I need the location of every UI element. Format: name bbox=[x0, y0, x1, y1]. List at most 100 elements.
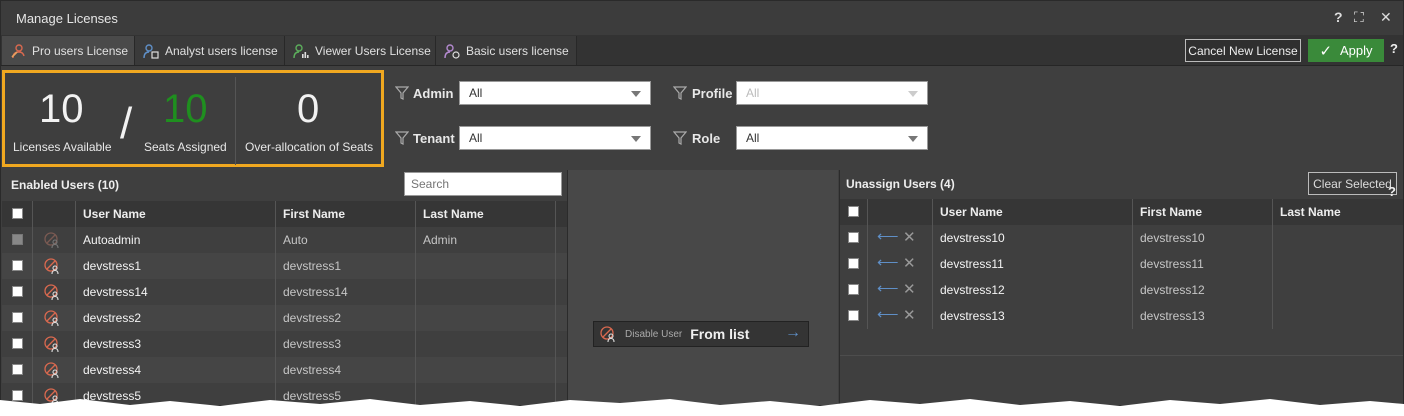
clear-selected-button[interactable]: Clear Selected bbox=[1308, 172, 1397, 195]
arrow-left-icon[interactable]: ⟵ bbox=[877, 305, 899, 323]
tenant-filter-value: All bbox=[469, 131, 483, 145]
cell-first-name: devstress14 bbox=[283, 285, 348, 299]
arrow-left-icon[interactable]: ⟵ bbox=[877, 253, 899, 271]
help-icon[interactable]: ? bbox=[1334, 9, 1343, 25]
column-last-name[interactable]: Last Name bbox=[1280, 199, 1341, 225]
remove-icon[interactable]: ✕ bbox=[903, 280, 916, 298]
table-row[interactable]: devstress14 devstress14 bbox=[2, 279, 567, 305]
tab-viewer-users[interactable]: Viewer Users License bbox=[285, 36, 436, 65]
table-row[interactable]: devstress4 devstress4 bbox=[2, 357, 567, 383]
table-row[interactable]: ⟵ ✕ devstress13 devstress13 bbox=[840, 303, 1403, 329]
tenant-filter-label: Tenant bbox=[413, 131, 455, 146]
enabled-users-title: Enabled Users (10) bbox=[11, 178, 120, 192]
apply-button[interactable]: ✓ Apply bbox=[1308, 39, 1384, 62]
column-user-name[interactable]: User Name bbox=[940, 199, 1003, 225]
tenant-filter-select[interactable]: All bbox=[459, 126, 651, 150]
disable-user-from-list-button[interactable]: Disable User From list → bbox=[593, 321, 809, 347]
column-user-name[interactable]: User Name bbox=[83, 201, 146, 227]
apply-label: Apply bbox=[1340, 43, 1373, 58]
remove-icon[interactable]: ✕ bbox=[903, 254, 916, 272]
cell-user-name: devstress2 bbox=[83, 311, 142, 325]
admin-filter-select[interactable]: All bbox=[459, 81, 651, 105]
from-list-label: From list bbox=[690, 326, 750, 342]
table-row[interactable]: devstress2 devstress2 bbox=[2, 305, 567, 331]
arrow-left-icon[interactable]: ⟵ bbox=[877, 279, 899, 297]
filter-icon bbox=[673, 131, 687, 145]
maximize-icon[interactable]: ⛶ bbox=[1354, 9, 1364, 26]
row-checkbox[interactable] bbox=[848, 310, 859, 321]
column-divider bbox=[932, 199, 933, 329]
help-icon[interactable]: ? bbox=[1390, 41, 1398, 56]
close-icon[interactable]: ✕ bbox=[1380, 9, 1392, 26]
licenses-available-value: 10 bbox=[39, 87, 84, 131]
disable-user-icon[interactable] bbox=[43, 335, 61, 353]
column-divider bbox=[32, 201, 33, 405]
disable-user-icon[interactable] bbox=[43, 309, 61, 327]
row-checkbox[interactable] bbox=[848, 258, 859, 269]
row-checkbox[interactable] bbox=[848, 232, 859, 243]
remove-icon[interactable]: ✕ bbox=[903, 228, 916, 246]
column-divider bbox=[867, 199, 868, 329]
cell-user-name: devstress1 bbox=[83, 259, 142, 273]
disable-user-icon[interactable] bbox=[43, 361, 61, 379]
column-first-name[interactable]: First Name bbox=[283, 201, 345, 227]
select-all-checkbox[interactable] bbox=[12, 208, 23, 219]
column-divider bbox=[275, 201, 276, 405]
help-icon[interactable]: ? bbox=[1388, 184, 1396, 199]
cell-first-name: devstress11 bbox=[1140, 257, 1204, 271]
window-title: Manage Licenses bbox=[16, 11, 118, 26]
table-row[interactable]: ⟵ ✕ devstress11 devstress11 bbox=[840, 251, 1403, 277]
cell-first-name: devstress10 bbox=[1140, 231, 1205, 245]
cell-first-name: devstress1 bbox=[283, 259, 342, 273]
role-filter-label: Role bbox=[692, 131, 721, 146]
arrow-left-icon[interactable]: ⟵ bbox=[877, 227, 899, 245]
disable-user-icon[interactable] bbox=[43, 283, 61, 301]
table-row[interactable]: ⟵ ✕ devstress12 devstress12 bbox=[840, 277, 1403, 303]
admin-filter-value: All bbox=[469, 86, 483, 100]
stats-separator: / bbox=[120, 99, 133, 148]
tab-analyst-users[interactable]: Analyst users license bbox=[135, 36, 285, 65]
filter-icon bbox=[673, 86, 687, 100]
tab-basic-users[interactable]: Basic users license bbox=[436, 36, 577, 65]
cell-first-name: Auto bbox=[283, 233, 308, 247]
cell-user-name: Autoadmin bbox=[83, 233, 141, 247]
disable-user-icon[interactable] bbox=[43, 257, 61, 275]
chevron-down-icon bbox=[908, 91, 918, 97]
column-last-name[interactable]: Last Name bbox=[423, 201, 484, 227]
over-allocation-value: 0 bbox=[297, 87, 320, 131]
tab-pro-users[interactable]: Pro users License bbox=[2, 36, 135, 65]
row-checkbox[interactable] bbox=[12, 312, 23, 323]
viewer-user-icon bbox=[293, 43, 309, 58]
row-checkbox[interactable] bbox=[12, 234, 23, 245]
table-row[interactable]: Autoadmin Auto Admin bbox=[2, 227, 567, 253]
row-checkbox[interactable] bbox=[848, 284, 859, 295]
row-checkbox[interactable] bbox=[12, 338, 23, 349]
column-first-name[interactable]: First Name bbox=[1140, 199, 1202, 225]
grid-header: User Name First Name Last Name bbox=[2, 201, 567, 227]
profile-filter-value: All bbox=[746, 86, 760, 100]
cell-user-name: devstress3 bbox=[83, 337, 142, 351]
search-input[interactable] bbox=[404, 172, 562, 196]
torn-edge bbox=[0, 399, 1404, 416]
row-checkbox[interactable] bbox=[12, 260, 23, 271]
manage-licenses-window: Manage Licenses ? ⛶ ✕ Pro users License … bbox=[0, 0, 1404, 406]
profile-filter-select[interactable]: All bbox=[736, 81, 928, 105]
disable-user-label: Disable User bbox=[625, 328, 683, 340]
over-allocation-label: Over-allocation of Seats bbox=[245, 140, 374, 154]
disable-user-icon[interactable] bbox=[43, 231, 61, 249]
profile-filter-label: Profile bbox=[692, 86, 733, 101]
remove-icon[interactable]: ✕ bbox=[903, 306, 916, 324]
cancel-new-license-button[interactable]: Cancel New License bbox=[1185, 39, 1301, 62]
unassign-users-grid: User Name First Name Last Name ⟵ ✕ devstre… bbox=[840, 199, 1403, 405]
stats-divider bbox=[235, 77, 236, 165]
role-filter-select[interactable]: All bbox=[736, 126, 928, 150]
disable-user-icon bbox=[600, 326, 615, 343]
row-checkbox[interactable] bbox=[12, 286, 23, 297]
table-row[interactable]: devstress3 devstress3 bbox=[2, 331, 567, 357]
table-row[interactable]: ⟵ ✕ devstress10 devstress10 bbox=[840, 225, 1403, 251]
row-checkbox[interactable] bbox=[12, 364, 23, 375]
table-row[interactable]: devstress1 devstress1 bbox=[2, 253, 567, 279]
select-all-checkbox[interactable] bbox=[848, 206, 859, 217]
cell-user-name: devstress4 bbox=[83, 363, 142, 377]
title-bar: Manage Licenses ? ⛶ ✕ bbox=[1, 1, 1403, 35]
